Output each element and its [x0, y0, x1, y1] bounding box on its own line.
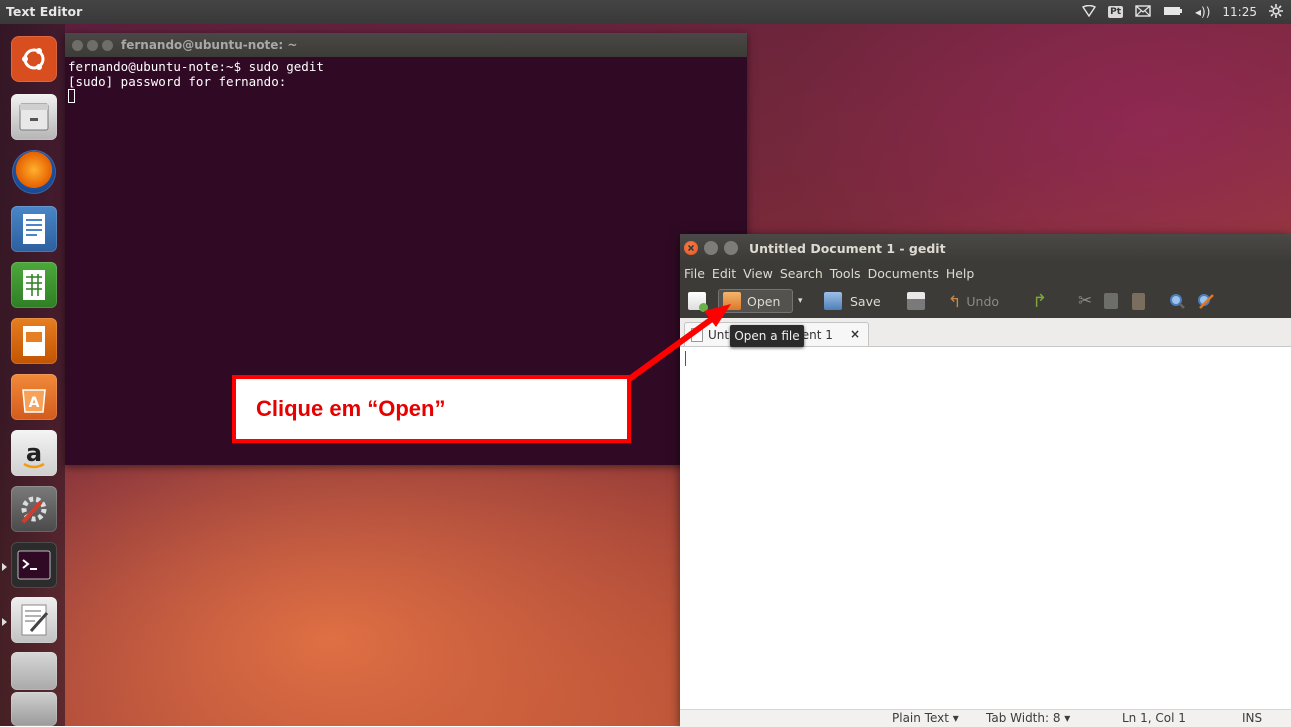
insert-mode: INS [1242, 711, 1263, 725]
gedit-window-title: Untitled Document 1 - gedit [749, 241, 946, 256]
software-center-icon[interactable]: A [11, 374, 57, 420]
active-app-title: Text Editor [6, 4, 83, 19]
folder-open-icon [723, 292, 741, 310]
redo-icon[interactable]: ↱ [1032, 289, 1047, 313]
tab-width-selector[interactable]: Tab Width: 8 ▾ [986, 711, 1070, 725]
menu-help[interactable]: Help [942, 266, 978, 281]
amazon-icon[interactable]: a [11, 430, 57, 476]
cut-icon[interactable]: ✂ [1078, 289, 1092, 313]
libreoffice-impress-icon[interactable] [11, 318, 57, 364]
copy-icon [1104, 293, 1118, 309]
save-button[interactable]: Save [824, 289, 881, 313]
maximize-icon[interactable] [102, 39, 113, 51]
statusbar: Plain Text ▾ Tab Width: 8 ▾ Ln 1, Col 1 … [680, 709, 1291, 727]
workspace-switcher-icon[interactable] [11, 652, 57, 690]
menu-tools[interactable]: Tools [826, 266, 864, 281]
close-icon[interactable] [72, 39, 83, 51]
close-icon[interactable] [684, 241, 698, 255]
annotation-callout: Clique em “Open” [232, 375, 631, 443]
ubuntu-dash-icon[interactable] [11, 36, 57, 82]
mail-icon[interactable] [1135, 4, 1151, 20]
save-button-label: Save [850, 293, 881, 309]
terminal-line: [sudo] password for fernando: [68, 74, 287, 89]
unity-launcher: A a [0, 24, 65, 726]
open-button[interactable]: Open [718, 289, 793, 313]
toolbar: Open ▾ Save ↰ Undo ↱ ✂ [680, 284, 1291, 318]
menu-documents[interactable]: Documents [864, 266, 942, 281]
undo-icon: ↰ [948, 291, 962, 311]
find-icon [1170, 294, 1185, 309]
trash-icon[interactable] [11, 692, 57, 726]
running-indicator [2, 618, 7, 626]
copy-button[interactable] [1104, 289, 1118, 313]
system-settings-icon[interactable] [11, 486, 57, 532]
libreoffice-calc-icon[interactable] [11, 262, 57, 308]
minimize-icon[interactable] [704, 241, 718, 255]
paste-button[interactable] [1132, 289, 1145, 313]
power-gear-icon[interactable] [1269, 3, 1283, 21]
undo-button[interactable]: ↰ Undo [948, 289, 999, 313]
keyboard-layout-indicator[interactable]: Pt [1108, 6, 1124, 18]
terminal-icon[interactable] [11, 542, 57, 588]
print-button[interactable] [907, 289, 925, 313]
open-tooltip: Open a file [730, 325, 804, 347]
maximize-icon[interactable] [724, 241, 738, 255]
running-indicator [2, 563, 7, 571]
terminal-cursor [68, 89, 75, 103]
menu-edit[interactable]: Edit [708, 266, 739, 281]
network-icon[interactable] [1082, 4, 1097, 20]
svg-text:A: A [29, 395, 40, 411]
menu-view[interactable]: View [739, 266, 776, 281]
find-button[interactable] [1168, 289, 1186, 313]
firefox-icon[interactable] [12, 150, 56, 194]
svg-text:a: a [26, 439, 42, 467]
new-document-icon [688, 292, 708, 312]
terminal-line: fernando@ubuntu-note:~$ sudo gedit [68, 59, 324, 74]
gedit-window[interactable]: Untitled Document 1 - gedit File Edit Vi… [680, 234, 1291, 727]
top-panel: Text Editor Pt ◂)) 11:25 [0, 0, 1291, 24]
document-icon [691, 327, 703, 342]
menu-search[interactable]: Search [776, 266, 826, 281]
save-icon [824, 292, 842, 310]
open-recent-dropdown[interactable]: ▾ [798, 289, 803, 313]
menu-file[interactable]: File [680, 266, 708, 281]
terminal-titlebar[interactable]: fernando@ubuntu-note: ~ [65, 33, 747, 57]
cursor-position: Ln 1, Col 1 [1122, 711, 1186, 725]
minimize-icon[interactable] [87, 39, 98, 51]
paste-icon [1132, 292, 1145, 310]
replace-button[interactable] [1196, 289, 1216, 313]
language-selector[interactable]: Plain Text ▾ [892, 711, 959, 725]
text-cursor [685, 351, 686, 366]
undo-button-label: Undo [966, 293, 1000, 309]
tab-close-icon[interactable]: × [850, 327, 860, 341]
files-icon[interactable] [11, 94, 57, 140]
text-editor-icon[interactable] [11, 597, 57, 643]
find-replace-icon [1198, 294, 1214, 309]
gedit-titlebar[interactable]: Untitled Document 1 - gedit [680, 234, 1291, 262]
text-editing-area[interactable] [680, 347, 1291, 709]
print-icon [907, 292, 925, 310]
annotation-text: Clique em “Open” [256, 396, 446, 421]
libreoffice-writer-icon[interactable] [11, 206, 57, 252]
open-button-label: Open [747, 293, 781, 309]
terminal-title: fernando@ubuntu-note: ~ [121, 38, 298, 52]
new-document-button[interactable] [688, 289, 708, 313]
indicator-area: Pt ◂)) 11:25 [1082, 0, 1283, 24]
clock[interactable]: 11:25 [1222, 5, 1257, 19]
volume-icon[interactable]: ◂)) [1195, 5, 1210, 19]
menubar: File Edit View Search Tools Documents He… [680, 262, 1291, 284]
battery-icon[interactable] [1163, 5, 1183, 19]
terminal-output[interactable]: fernando@ubuntu-note:~$ sudo gedit [sudo… [65, 57, 747, 106]
